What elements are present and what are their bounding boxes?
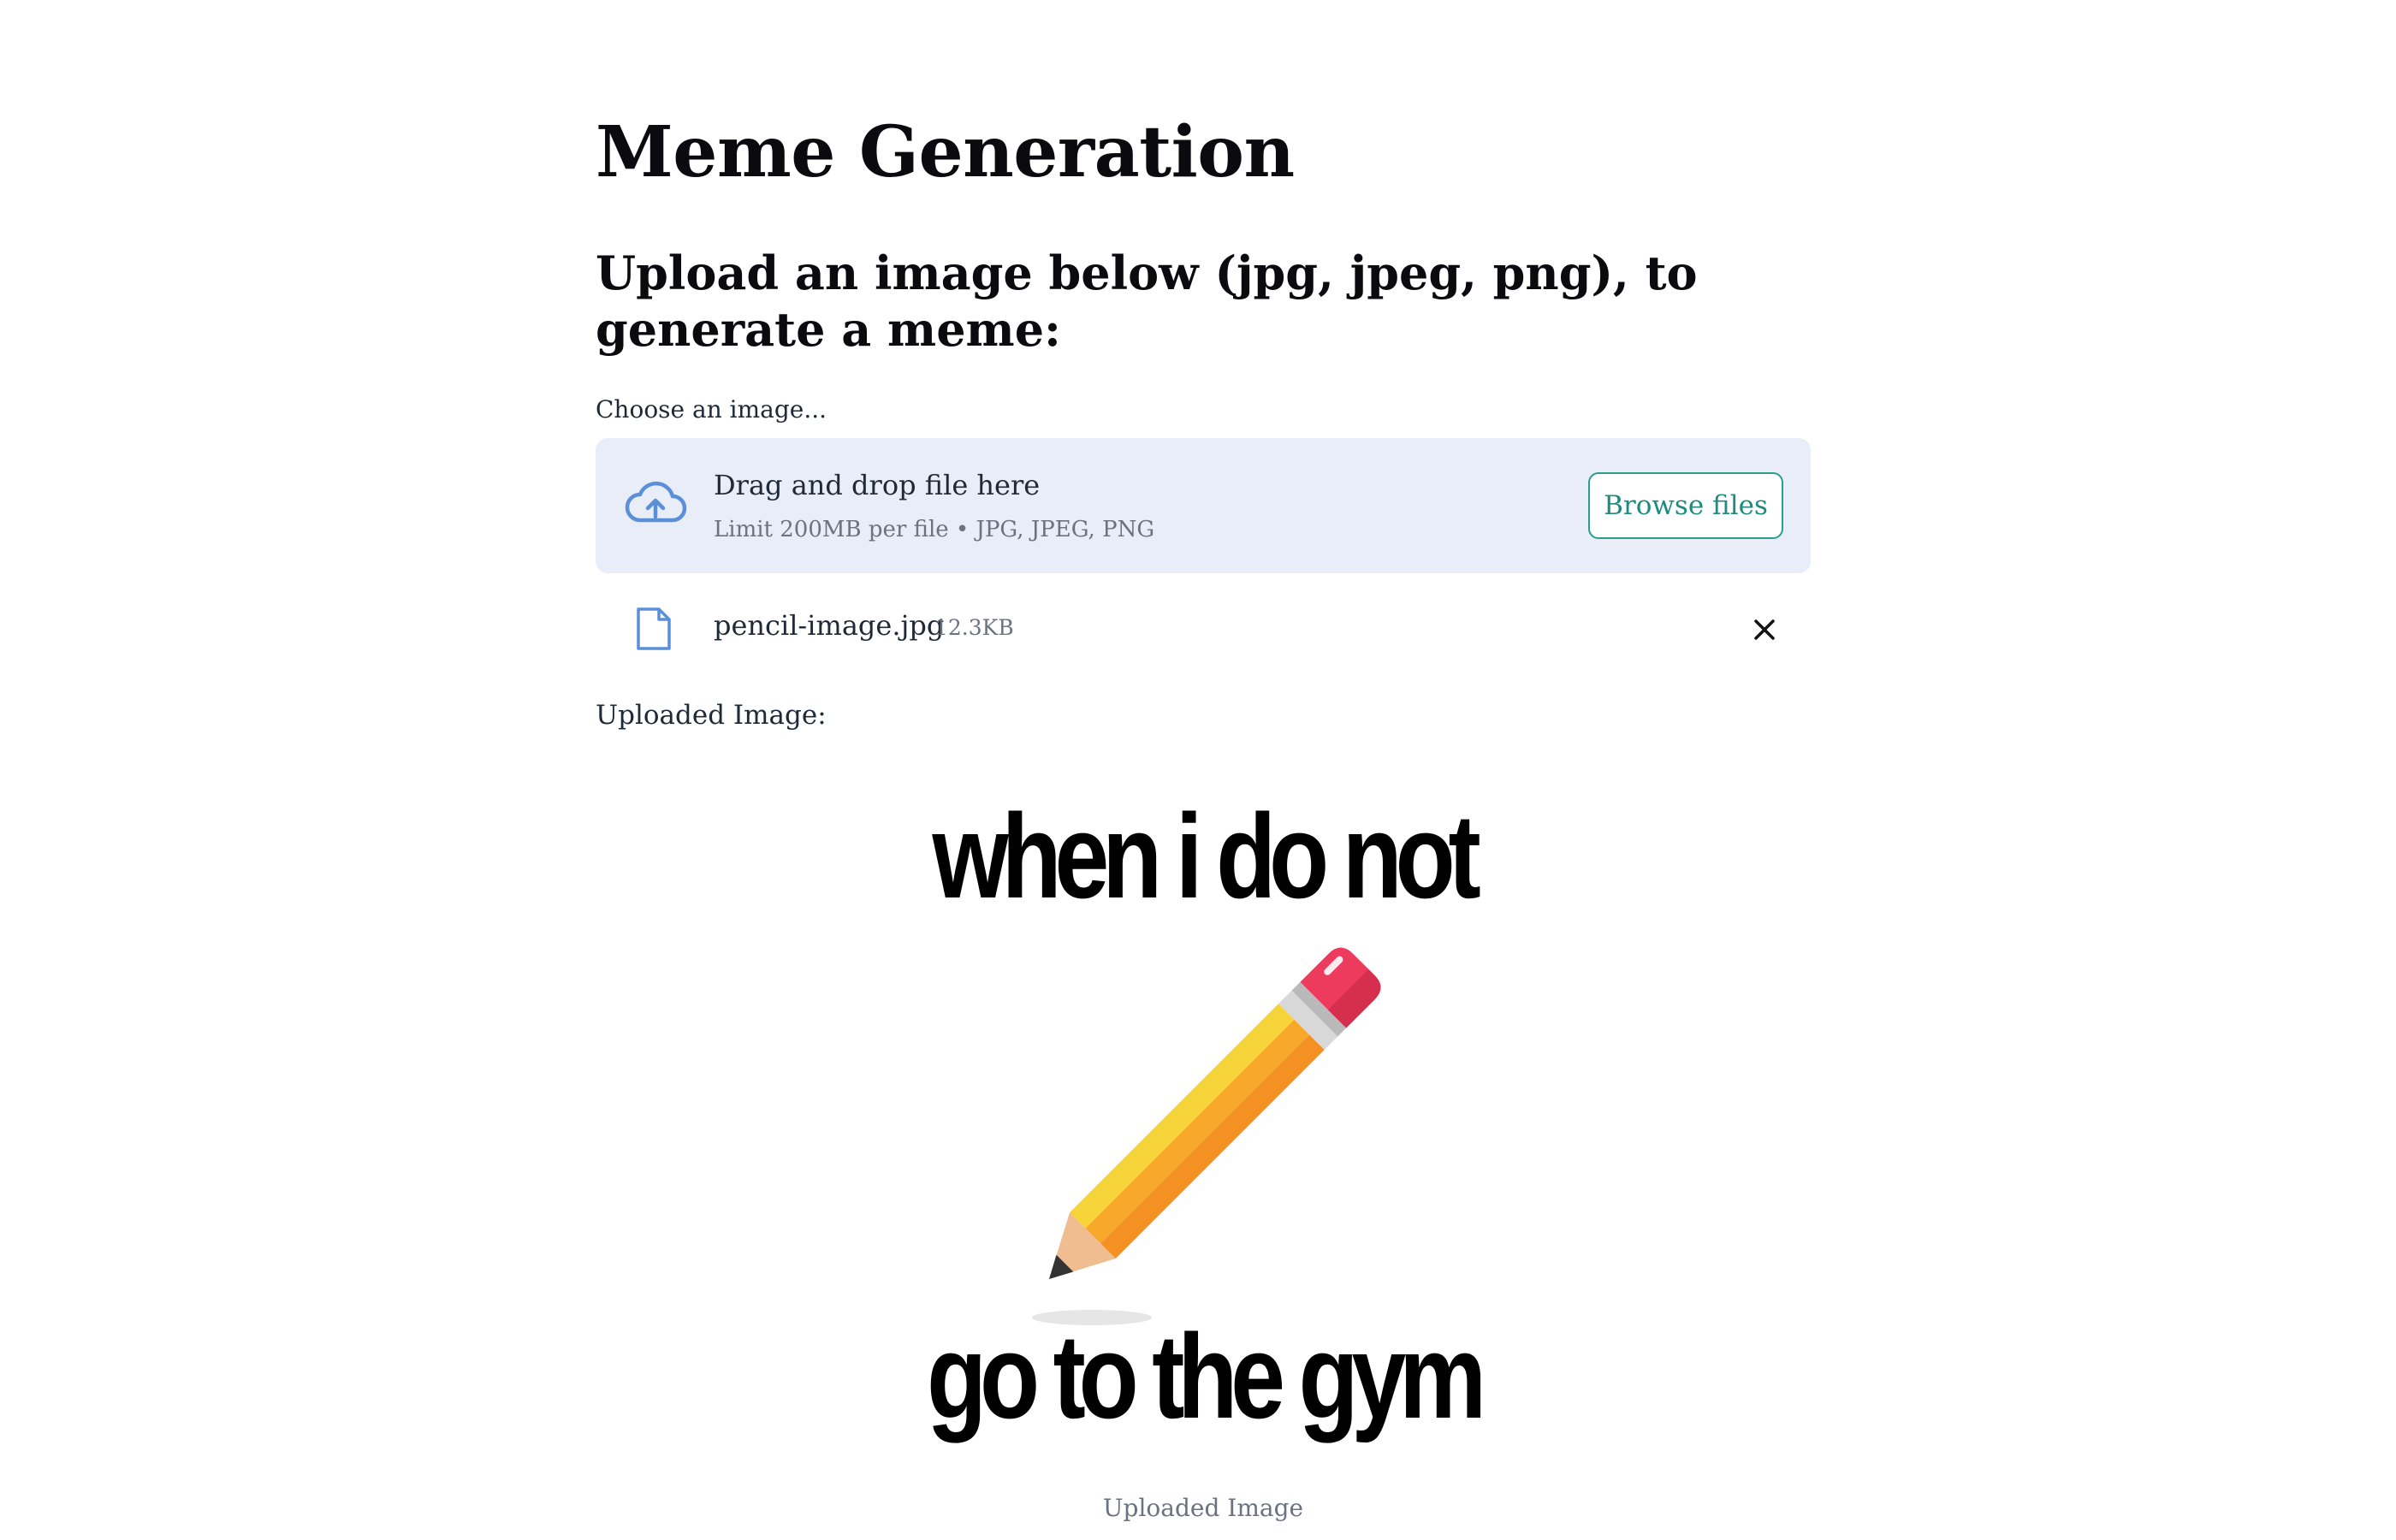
page-title: Meme Generation: [596, 111, 1295, 193]
meme-top-text: when i do not: [932, 789, 1480, 923]
file-size: 12.3KB: [934, 615, 1014, 640]
image-caption: Uploaded Image: [1102, 1494, 1304, 1522]
meme-bottom-text: go to the gym: [927, 1309, 1486, 1443]
remove-file-button[interactable]: [1747, 613, 1782, 647]
file-dropzone[interactable]: Drag and drop file here Limit 200MB per …: [596, 438, 1811, 573]
uploaded-meme-image: when i do not go to the gym: [861, 770, 1545, 1454]
cloud-upload-icon: [625, 481, 687, 523]
dropzone-limit-text: Limit 200MB per file • JPG, JPEG, PNG: [714, 517, 1155, 542]
uploaded-image-label: Uploaded Image:: [596, 700, 827, 731]
file-icon: [637, 607, 671, 650]
uploader-label: Choose an image...: [596, 395, 827, 424]
dropzone-instructions: Drag and drop file here: [714, 469, 1041, 501]
page-subtitle: Upload an image below (jpg, jpeg, png), …: [596, 246, 1698, 357]
close-icon: [1754, 619, 1775, 640]
file-name: pencil-image.jpg: [714, 609, 945, 642]
uploaded-file-item: pencil-image.jpg 12.3KB: [596, 599, 1811, 659]
browse-files-button[interactable]: Browse files: [1588, 472, 1783, 539]
